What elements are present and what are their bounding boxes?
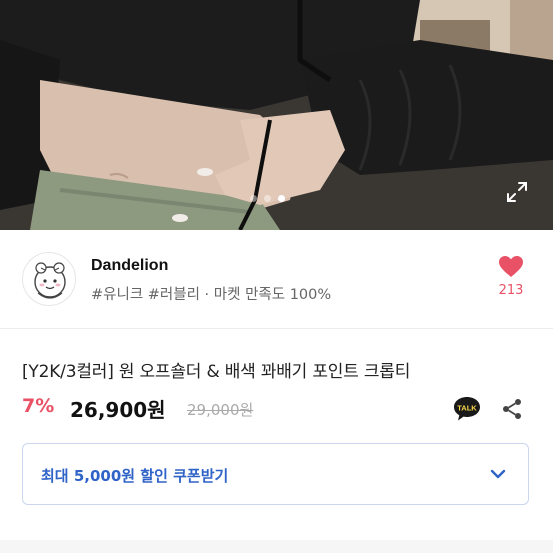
fullscreen-button[interactable]: [505, 180, 529, 204]
shop-name[interactable]: Dandelion: [91, 257, 168, 275]
talk-label: TALK: [457, 403, 477, 412]
like-button[interactable]: 213: [496, 255, 526, 298]
coupon-download-button[interactable]: 최대 5,000원 할인 쿠폰받기: [22, 443, 529, 505]
chevron-down-icon: [490, 469, 506, 479]
shop-tags: #유니크 #러블리 · 마켓 만족도 100%: [91, 287, 332, 303]
slide-dot[interactable]: [250, 195, 257, 202]
heart-icon: [499, 256, 523, 277]
sale-price: 26,900원: [70, 398, 166, 422]
discount-rate: 7%: [22, 395, 55, 417]
shop-info[interactable]: Dandelion #유니크 #러블리 · 마켓 만족도 100% 213: [0, 230, 553, 328]
slide-indicator: [250, 195, 285, 202]
product-image[interactable]: [0, 0, 553, 230]
slide-dot-active[interactable]: [278, 195, 285, 202]
product-title: [Y2K/3컬러] 원 오프숄더 & 배색 꽈배기 포인트 크롭티: [22, 362, 411, 382]
share-button[interactable]: [500, 397, 524, 421]
shop-avatar[interactable]: [22, 252, 76, 306]
expand-icon: [507, 182, 527, 202]
shop-logo-icon: [34, 262, 66, 299]
kakao-talk-button[interactable]: TALK: [453, 396, 481, 422]
talk-icon: TALK: [454, 397, 480, 421]
slide-dot[interactable]: [264, 195, 271, 202]
section-spacer: [0, 540, 553, 553]
coupon-label: 최대 5,000원 할인 쿠폰받기: [41, 467, 229, 485]
section-divider: [0, 328, 553, 329]
original-price: 29,000원: [187, 401, 254, 419]
share-icon: [503, 399, 521, 419]
like-count: 213: [498, 283, 524, 298]
